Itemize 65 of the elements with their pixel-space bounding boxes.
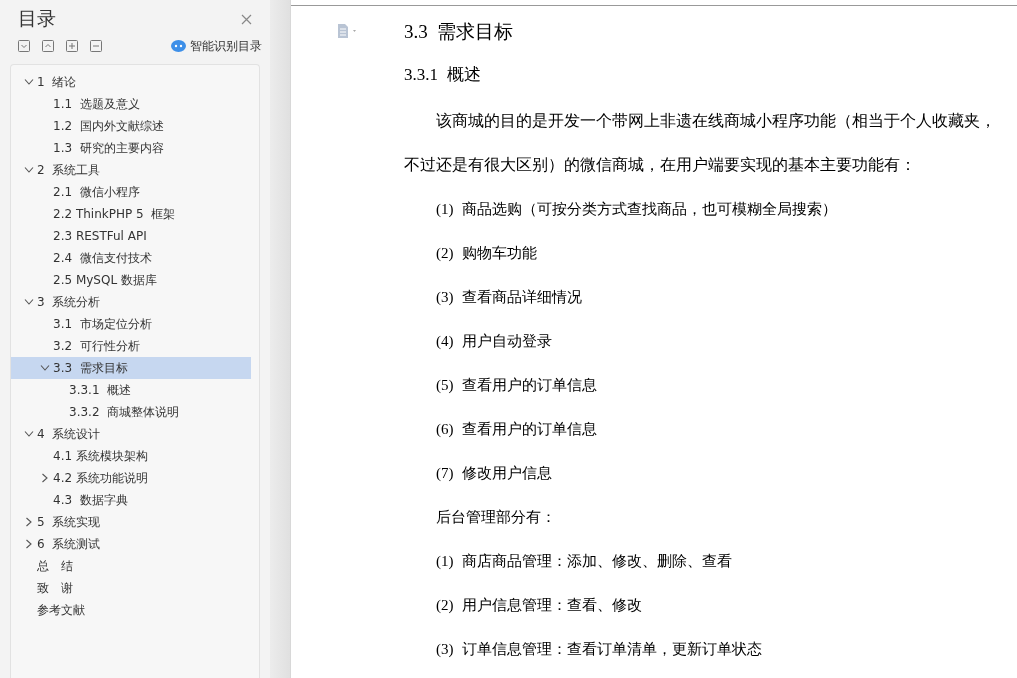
chevron-down-icon[interactable] [24, 299, 34, 305]
list-number: (2) [436, 244, 454, 263]
list-number: (5) [436, 376, 454, 395]
toc-item[interactable]: 3.2 可行性分析 [11, 335, 251, 357]
list-item-text: 购物车功能 [461, 244, 537, 263]
list-item-text: 用户信息管理：查看、修改 [461, 596, 642, 615]
toc-item[interactable]: 4.3 数据字典 [11, 489, 251, 511]
toc-item[interactable]: 1.2 国内外文献综述 [11, 115, 251, 137]
toc-item[interactable]: 2.2 ThinkPHP 5 框架 [11, 203, 251, 225]
toc-item[interactable]: 1 绪论 [11, 71, 251, 93]
collapse-all-icon[interactable] [18, 40, 30, 52]
body-text: 后台管理部分有： [436, 508, 557, 527]
toc-item[interactable]: 总 结 [11, 555, 251, 577]
list-number: (1) [436, 200, 454, 219]
chevron-down-icon[interactable] [24, 79, 34, 85]
toc-item[interactable]: 5 系统实现 [11, 511, 251, 533]
subsection-heading: 3.3.1 概述 [404, 64, 482, 86]
smart-toc-button[interactable]: 智能识别目录 [171, 37, 262, 55]
toc-item[interactable]: 3.1 市场定位分析 [11, 313, 251, 335]
list-number: (3) [436, 640, 454, 659]
toc-item[interactable]: 2.4 微信支付技术 [11, 247, 251, 269]
toc-item[interactable]: 2.3 RESTFul API [11, 225, 251, 247]
toc-item[interactable]: 3.3 需求目标 [11, 357, 251, 379]
list-item-text: 查看商品详细情况 [461, 288, 582, 307]
toc-item[interactable]: 2.5 MySQL 数据库 [11, 269, 251, 291]
toc-item[interactable]: 4.1 系统模块架构 [11, 445, 251, 467]
list-number: (6) [436, 420, 454, 439]
list-item-text: 商店商品管理：添加、修改、删除、查看 [461, 552, 732, 571]
remove-icon[interactable] [90, 40, 102, 52]
robot-icon [171, 40, 186, 52]
list-number: (2) [436, 596, 454, 615]
toc-item[interactable]: 2.1 微信小程序 [11, 181, 251, 203]
chevron-right-icon[interactable] [26, 539, 32, 549]
list-number: (7) [436, 464, 454, 483]
toc-item[interactable]: 3.3.1 概述 [11, 379, 251, 401]
list-item-text: 商品选购（可按分类方式查找商品，也可模糊全局搜索） [461, 200, 837, 219]
expand-all-icon[interactable] [42, 40, 54, 52]
list-item-text: 修改用户信息 [461, 464, 552, 483]
toc-item[interactable]: 2 系统工具 [11, 159, 251, 181]
list-item-text: 查看用户的订单信息 [461, 376, 597, 395]
toc-item[interactable]: 1.3 研究的主要内容 [11, 137, 251, 159]
toc-item[interactable]: 4.2 系统功能说明 [11, 467, 251, 489]
list-number: (4) [436, 332, 454, 351]
chevron-down-icon[interactable] [24, 167, 34, 173]
body-paragraph: 该商城的目的是开发一个带网上非遗在线商城小程序功能（相当于个人收藏夹，不过还是有很大区别）的微信商城，在用户端要实现的基本主要功能有： [404, 111, 997, 175]
chevron-right-icon[interactable] [42, 473, 48, 483]
list-number: (1) [436, 552, 454, 571]
toc-item[interactable]: 致 谢 [11, 577, 251, 599]
toc-item[interactable]: 3 系统分析 [11, 291, 251, 313]
list-number: (3) [436, 288, 454, 307]
toc-item[interactable]: 6 系统测试 [11, 533, 251, 555]
toc-item[interactable]: 参考文献 [11, 599, 251, 621]
list-item-text: 查看用户的订单信息 [461, 420, 597, 439]
chevron-down-icon[interactable] [24, 431, 34, 437]
close-icon[interactable] [241, 13, 252, 25]
add-icon[interactable] [66, 40, 78, 52]
panel-title: 目录 [18, 6, 56, 31]
list-item-text: 订单信息管理：查看订单清单，更新订单状态 [461, 640, 762, 659]
list-item-text: 用户自动登录 [461, 332, 552, 351]
chevron-right-icon[interactable] [26, 517, 32, 527]
chevron-down-icon[interactable] [40, 365, 50, 371]
section-heading: 3.3 需求目标 [404, 20, 515, 43]
toc-item[interactable]: 1.1 选题及意义 [11, 93, 251, 115]
toc-item[interactable]: 3.3.2 商城整体说明 [11, 401, 251, 423]
toc-item[interactable]: 4 系统设计 [11, 423, 251, 445]
